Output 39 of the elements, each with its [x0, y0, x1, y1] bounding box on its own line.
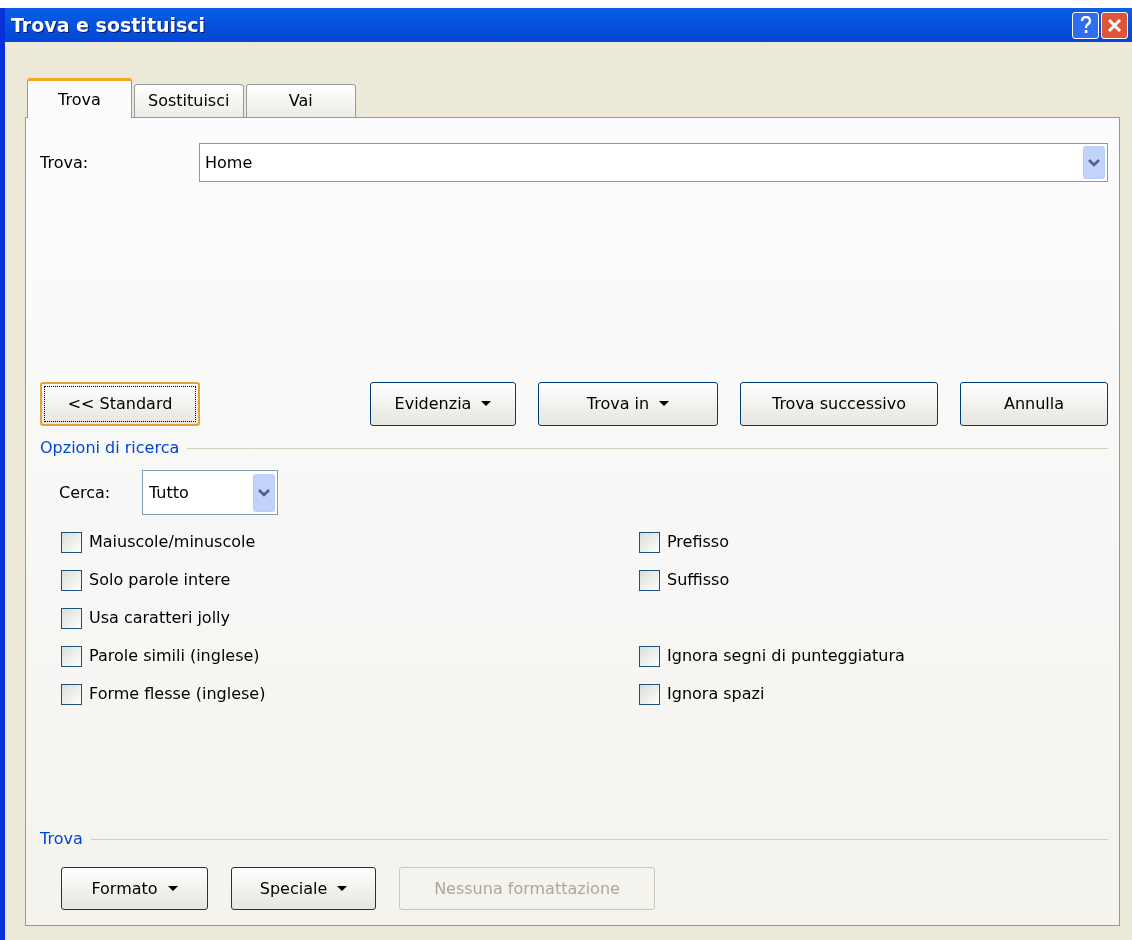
checkbox-label: Suffisso: [667, 569, 730, 591]
button[interactable]: Evidenzia: [370, 382, 516, 426]
window-title: Trova e sostituisci: [11, 12, 206, 38]
section-title: Trova: [40, 828, 83, 850]
button[interactable]: Annulla: [960, 382, 1108, 426]
checkbox-label: Forme flesse (inglese): [89, 683, 266, 705]
checkbox[interactable]: [639, 531, 660, 553]
tab[interactable]: Sostituisci: [133, 84, 244, 118]
checkbox[interactable]: [639, 569, 660, 591]
close-icon: [1107, 17, 1122, 33]
button[interactable]: << Standard: [40, 382, 200, 426]
checkbox[interactable]: [61, 531, 82, 553]
help-button[interactable]: [1072, 11, 1099, 39]
field-label: Trova:: [40, 151, 90, 174]
checkbox[interactable]: [61, 683, 82, 705]
button[interactable]: Speciale: [231, 867, 376, 910]
tab[interactable]: Vai: [245, 84, 356, 118]
help-icon: [1079, 16, 1092, 34]
checkbox[interactable]: [639, 645, 660, 667]
checkbox[interactable]: [61, 645, 82, 667]
search-scope-combobox[interactable]: Tutto: [142, 470, 278, 515]
checkbox-label: Maiuscole/minuscole: [89, 531, 256, 553]
checkbox[interactable]: [61, 607, 82, 629]
close-button[interactable]: [1101, 11, 1128, 39]
checkbox-label: Usa caratteri jolly: [89, 607, 230, 629]
button[interactable]: Trova in: [538, 382, 718, 426]
checkbox-label: Solo parole intere: [89, 569, 231, 591]
button[interactable]: Trova successivo: [740, 382, 938, 426]
section-title: Opzioni di ricerca: [40, 437, 180, 459]
checkbox-label: Prefisso: [667, 531, 729, 553]
tab[interactable]: Trova: [27, 78, 132, 118]
field-label: Cerca:: [59, 481, 112, 504]
checkbox-label: Ignora segni di punteggiatura: [667, 645, 905, 667]
checkbox[interactable]: [61, 569, 82, 591]
button[interactable]: Formato: [61, 867, 208, 910]
checkbox[interactable]: [639, 683, 660, 705]
checkbox-label: Ignora spazi: [667, 683, 765, 705]
find-combobox[interactable]: Home: [199, 143, 1108, 182]
checkbox-label: Parole simili (inglese): [89, 645, 260, 667]
